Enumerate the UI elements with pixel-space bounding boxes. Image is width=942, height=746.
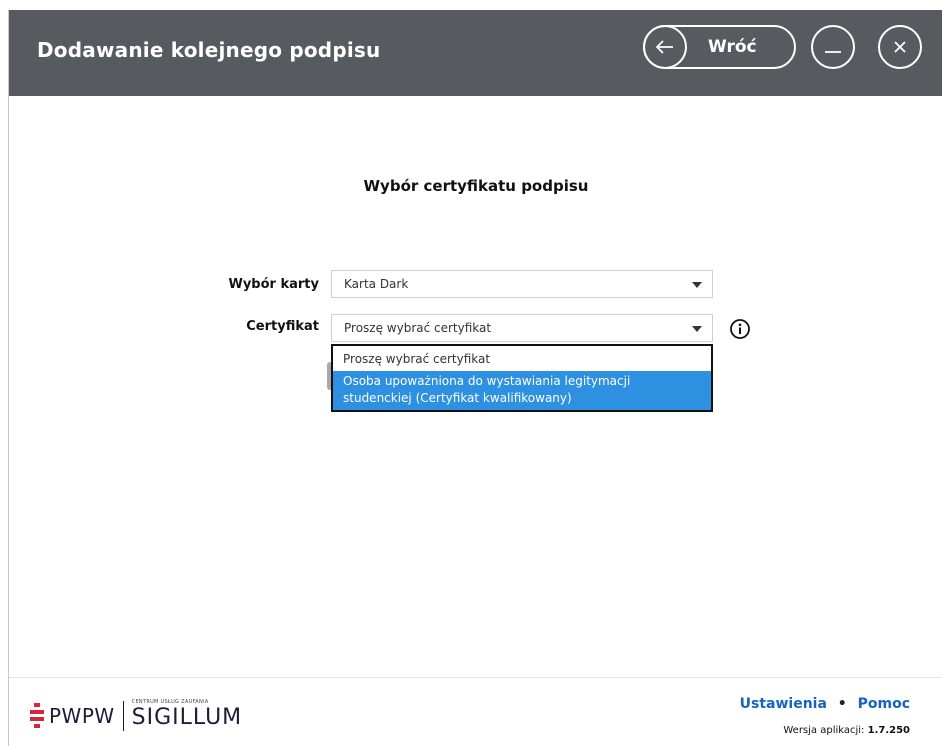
certificate-dropdown-list: Proszę wybrać certyfikat Osoba upoważnio… (331, 344, 713, 412)
footer-links: Ustawienia • Pomoc (740, 696, 910, 712)
card-field-label: Wybór karty (228, 277, 319, 292)
minimize-icon (825, 51, 841, 53)
minimize-button[interactable] (811, 25, 855, 69)
close-button[interactable] (878, 25, 922, 69)
pwpw-logo-icon (30, 703, 44, 728)
chevron-down-icon (692, 326, 702, 332)
version-label: Wersja aplikacji: (783, 725, 865, 736)
certificate-field-label: Certyfikat (246, 319, 319, 334)
card-select[interactable]: Karta Dark (331, 270, 713, 298)
back-button[interactable]: Wróć (643, 25, 796, 69)
logo-brand-text: PWPW (49, 704, 115, 728)
close-icon (894, 41, 906, 53)
dropdown-option-selected[interactable]: Osoba upoważniona do wystawiania legitym… (333, 371, 711, 410)
window-title: Dodawanie kolejnego podpisu (37, 38, 381, 62)
info-icon[interactable] (729, 318, 751, 340)
section-title: Wybór certyfikatu podpisu (363, 177, 589, 195)
arrow-left-icon (643, 25, 687, 69)
logo-product-text: SIGILLUM (131, 705, 243, 730)
chevron-down-icon (692, 282, 702, 288)
logo-divider (122, 701, 124, 731)
dropdown-option[interactable]: Proszę wybrać certyfikat (333, 350, 711, 368)
pwpw-sigillum-logo: PWPW CENTRUM USŁUG ZAUFANIA SIGILLUM (29, 698, 252, 734)
back-button-label: Wróć (708, 37, 757, 57)
certificate-select[interactable]: Proszę wybrać certyfikat (331, 314, 713, 342)
version-value: 1.7.250 (867, 725, 910, 736)
card-select-value: Karta Dark (344, 277, 409, 291)
footer-divider (9, 677, 942, 678)
certificate-select-value: Proszę wybrać certyfikat (344, 321, 492, 335)
app-version: Wersja aplikacji: 1.7.250 (783, 725, 910, 736)
help-link[interactable]: Pomoc (858, 696, 910, 712)
app-window: Dodawanie kolejnego podpisu Wróć Wybór c… (8, 10, 942, 746)
link-separator: • (837, 696, 847, 712)
settings-link[interactable]: Ustawienia (740, 696, 827, 712)
logo-product: CENTRUM USŁUG ZAUFANIA SIGILLUM (132, 699, 252, 733)
title-bar: Dodawanie kolejnego podpisu Wróć (9, 10, 942, 96)
